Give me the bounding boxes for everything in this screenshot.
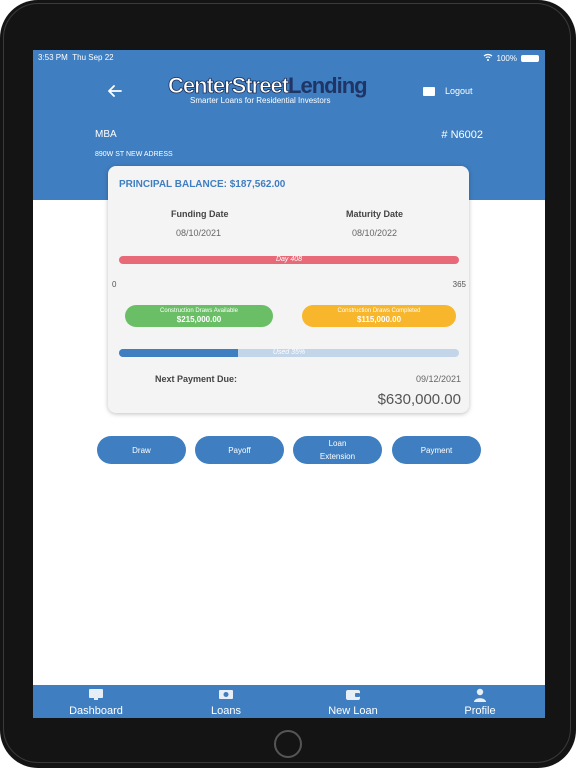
battery-icon: [521, 54, 539, 62]
wifi-icon: [483, 53, 493, 63]
logout-button[interactable]: Logout: [423, 86, 473, 96]
maturity-date-label: Maturity Date: [346, 209, 404, 219]
loan-name: MBA: [95, 129, 117, 140]
draws-available-label: Construction Draws Available: [160, 308, 238, 314]
draws-completed-value: $115,000.00: [356, 315, 402, 324]
brand-logo: CenterStreetLending Smarter Loans for Re…: [168, 73, 378, 110]
funding-date-label: Funding Date: [171, 209, 229, 219]
logout-label: Logout: [445, 86, 473, 96]
tab-dashboard[interactable]: Dashboard: [61, 685, 131, 718]
logo-text-main: CenterStreet: [168, 73, 290, 98]
loan-number: # N6002: [441, 129, 483, 141]
used-progress-bar: Used 35%: [119, 349, 459, 357]
payment-button-label: Payment: [420, 445, 453, 455]
draw-button[interactable]: Draw: [97, 436, 186, 464]
loan-address: 890W ST NEW ADRESS: [95, 151, 173, 158]
next-payment-label: Next Payment Due:: [155, 374, 238, 384]
draws-available-value: $215,000.00: [176, 315, 222, 324]
money-icon: [218, 688, 234, 704]
principal-balance: PRINCIPAL BALANCE: $187,562.00: [119, 179, 286, 190]
status-right: 100%: [483, 53, 539, 63]
battery-percent: 100%: [496, 53, 517, 63]
day-scale-end: 365: [452, 280, 466, 289]
payment-button[interactable]: Payment: [392, 436, 481, 464]
draws-completed-badge: Construction Draws Completed $115,000.00: [302, 305, 456, 327]
next-payment-amount: $630,000.00: [377, 391, 461, 408]
loan-summary-card: PRINCIPAL BALANCE: $187,562.00 Funding D…: [108, 166, 469, 413]
day-scale-start: 0: [112, 280, 117, 289]
tab-new-loan-label: New Loan: [328, 705, 378, 717]
day-label: Day 408: [275, 256, 303, 263]
wallet-icon: [345, 688, 361, 704]
draws-available-badge: Construction Draws Available $215,000.00: [125, 305, 273, 327]
mail-icon: [423, 86, 435, 96]
monitor-icon: [88, 688, 104, 704]
next-payment-date: 09/12/2021: [415, 374, 461, 384]
tab-loans-label: Loans: [211, 705, 241, 717]
loan-day-progress-bar: Day 408: [119, 256, 459, 264]
person-icon: [473, 688, 487, 705]
back-arrow-icon[interactable]: [105, 84, 125, 102]
payoff-button[interactable]: Payoff: [195, 436, 284, 464]
tab-profile-label: Profile: [464, 705, 496, 717]
payoff-button-label: Payoff: [228, 445, 251, 455]
funding-date-value: 08/10/2021: [176, 228, 222, 238]
tab-profile[interactable]: Profile: [445, 685, 515, 718]
used-label: Used 35%: [272, 349, 306, 356]
draws-completed-label: Construction Draws Completed: [337, 308, 421, 314]
status-time-date: 3:53 PM Thu Sep 22: [38, 53, 114, 62]
tab-new-loan[interactable]: New Loan: [318, 685, 388, 718]
bottom-tab-bar: Dashboard Loans New Loan Profile: [33, 685, 545, 718]
draw-button-label: Draw: [132, 445, 151, 455]
app-screen: 3:53 PM Thu Sep 22 100% CenterStreetLend…: [33, 50, 545, 718]
loan-extension-button[interactable]: Loan Extension: [293, 436, 382, 464]
loan-extension-button-label: Loan Extension: [319, 439, 356, 461]
maturity-date-value: 08/10/2022: [352, 228, 398, 238]
logo-text-accent: Lending: [288, 73, 368, 98]
home-button[interactable]: [274, 730, 302, 758]
status-bar: 3:53 PM Thu Sep 22 100%: [33, 50, 545, 64]
tab-loans[interactable]: Loans: [191, 685, 261, 718]
tab-dashboard-label: Dashboard: [69, 705, 123, 717]
